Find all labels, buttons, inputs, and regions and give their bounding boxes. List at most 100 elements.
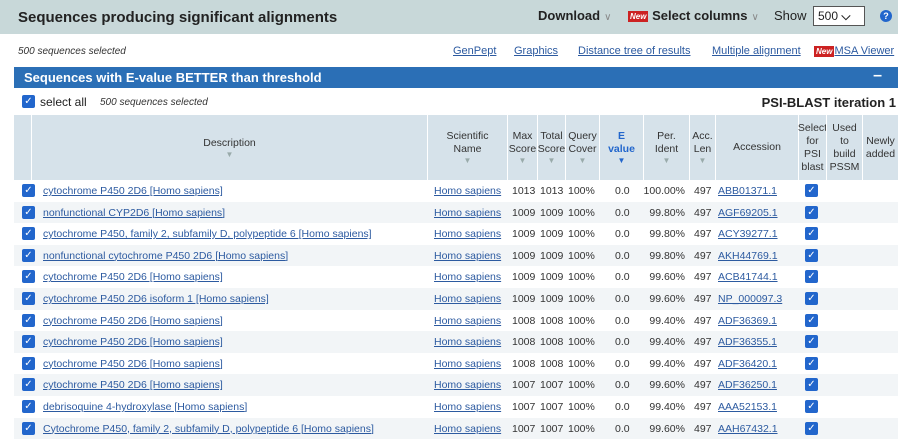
genpept-link[interactable]: GenPept bbox=[453, 45, 496, 57]
row-query-cover: 100% bbox=[568, 314, 595, 327]
row-accession-link[interactable]: AAA52153.1 bbox=[718, 401, 777, 413]
header-max-score[interactable]: Max Score ▼ bbox=[507, 115, 537, 180]
table-row: ✓ cytochrome P450 2D6 [Homo sapiens] Homo … bbox=[14, 310, 898, 332]
row-scientific-name-link[interactable]: Homo sapiens bbox=[434, 228, 501, 240]
collapse-button[interactable]: – bbox=[873, 67, 882, 85]
row-select-checkbox[interactable]: ✓ bbox=[22, 421, 35, 435]
msa-viewer-link[interactable]: New MSA Viewer bbox=[814, 45, 894, 57]
row-scientific-name-link[interactable]: Homo sapiens bbox=[434, 336, 501, 348]
row-description-link[interactable]: cytochrome P450 2D6 [Homo sapiens] bbox=[43, 336, 223, 348]
row-scientific-name-link[interactable]: Homo sapiens bbox=[434, 379, 501, 391]
help-icon[interactable]: ? bbox=[880, 10, 892, 22]
multiple-alignment-link[interactable]: Multiple alignment bbox=[712, 45, 801, 57]
row-acc-len: 497 bbox=[694, 206, 712, 219]
selected-count: 500 sequences selected bbox=[18, 46, 126, 57]
header-label: PSSM bbox=[829, 160, 860, 173]
row-scientific-name-link[interactable]: Homo sapiens bbox=[434, 293, 501, 305]
row-select-checkbox[interactable]: ✓ bbox=[22, 270, 35, 284]
row-select-checkbox[interactable]: ✓ bbox=[22, 291, 35, 305]
row-scientific-name-link[interactable]: Homo sapiens bbox=[434, 271, 501, 283]
row-scientific-name-link[interactable]: Homo sapiens bbox=[434, 423, 501, 435]
row-psi-blast-checkbox[interactable]: ✓ bbox=[805, 291, 818, 305]
row-description-link[interactable]: cytochrome P450 2D6 [Homo sapiens] bbox=[43, 315, 223, 327]
row-select-checkbox[interactable]: ✓ bbox=[22, 205, 35, 219]
header-label: Used bbox=[832, 121, 857, 134]
row-accession-link[interactable]: ADF36420.1 bbox=[718, 358, 777, 370]
header-e-value[interactable]: E value ▼ bbox=[599, 115, 643, 180]
row-accession-link[interactable]: NP_000097.3 bbox=[718, 293, 782, 305]
row-psi-blast-checkbox[interactable]: ✓ bbox=[805, 356, 818, 370]
row-description-link[interactable]: cytochrome P450 2D6 [Homo sapiens] bbox=[43, 271, 223, 283]
row-accession-link[interactable]: AGF69205.1 bbox=[718, 207, 778, 219]
row-accession-link[interactable]: ACB41744.1 bbox=[718, 271, 778, 283]
header-acc-len[interactable]: Acc. Len ▼ bbox=[689, 115, 715, 180]
table-header: Description ▼ Scientific Name ▼ Max Scor… bbox=[14, 115, 898, 180]
row-max-score: 1007 bbox=[512, 379, 536, 392]
row-select-checkbox[interactable]: ✓ bbox=[22, 184, 35, 197]
row-description-link[interactable]: nonfunctional cytochrome P450 2D6 [Homo … bbox=[43, 250, 288, 262]
row-psi-blast-checkbox[interactable]: ✓ bbox=[805, 335, 818, 349]
header-label: blast bbox=[801, 160, 824, 173]
row-scientific-name-link[interactable]: Homo sapiens bbox=[434, 358, 501, 370]
row-psi-blast-checkbox[interactable]: ✓ bbox=[805, 205, 818, 219]
row-query-cover: 100% bbox=[568, 357, 595, 370]
header-description[interactable]: Description ▼ bbox=[31, 115, 427, 180]
row-psi-blast-checkbox[interactable]: ✓ bbox=[805, 184, 818, 197]
download-menu[interactable]: Download ∨ bbox=[538, 8, 611, 23]
row-description-link[interactable]: cytochrome P450 2D6 isoform 1 [Homo sapi… bbox=[43, 293, 269, 305]
distance-tree-link[interactable]: Distance tree of results bbox=[578, 45, 691, 57]
header-total-score[interactable]: Total Score ▼ bbox=[537, 115, 565, 180]
chevron-down-icon: ∨ bbox=[604, 12, 612, 23]
header-accession[interactable]: Accession bbox=[715, 115, 798, 180]
row-psi-blast-checkbox[interactable]: ✓ bbox=[805, 270, 818, 284]
select-all-label[interactable]: select all bbox=[40, 95, 87, 109]
row-psi-blast-checkbox[interactable]: ✓ bbox=[805, 227, 818, 241]
show-count-value: 500 bbox=[818, 9, 839, 23]
row-description-link[interactable]: Cytochrome P450, family 2, subfamily D, … bbox=[43, 423, 374, 435]
row-select-checkbox[interactable]: ✓ bbox=[22, 399, 35, 413]
row-psi-blast-checkbox[interactable]: ✓ bbox=[805, 399, 818, 413]
row-psi-blast-checkbox[interactable]: ✓ bbox=[805, 421, 818, 435]
row-accession-link[interactable]: ADF36355.1 bbox=[718, 336, 777, 348]
select-all-checkbox[interactable]: ✓ bbox=[22, 95, 35, 108]
graphics-link[interactable]: Graphics bbox=[514, 45, 558, 57]
header-label: value bbox=[608, 143, 635, 155]
chevron-down-icon: ⌵ bbox=[841, 9, 851, 23]
results-table-body: ✓ cytochrome P450 2D6 [Homo sapiens] Homo … bbox=[14, 180, 898, 439]
row-select-checkbox[interactable]: ✓ bbox=[22, 313, 35, 327]
select-columns-menu[interactable]: New Select columns ∨ bbox=[628, 8, 759, 23]
row-description-link[interactable]: cytochrome P450 2D6 [Homo sapiens] bbox=[43, 379, 223, 391]
row-psi-blast-checkbox[interactable]: ✓ bbox=[805, 313, 818, 327]
row-percent-identity: 99.60% bbox=[649, 422, 685, 435]
row-description-link[interactable]: cytochrome P450 2D6 [Homo sapiens] bbox=[43, 358, 223, 370]
row-scientific-name-link[interactable]: Homo sapiens bbox=[434, 250, 501, 262]
row-accession-link[interactable]: ADF36369.1 bbox=[718, 315, 777, 327]
show-count-select[interactable]: 500 ⌵ bbox=[813, 6, 865, 26]
row-select-checkbox[interactable]: ✓ bbox=[22, 378, 35, 392]
row-accession-link[interactable]: AKH44769.1 bbox=[718, 250, 778, 262]
row-psi-blast-checkbox[interactable]: ✓ bbox=[805, 248, 818, 262]
header-scientific-name[interactable]: Scientific Name ▼ bbox=[427, 115, 507, 180]
row-description-link[interactable]: cytochrome P450 2D6 [Homo sapiens] bbox=[43, 185, 223, 197]
table-row: ✓ nonfunctional CYP2D6 [Homo sapiens] Homo… bbox=[14, 201, 898, 224]
row-scientific-name-link[interactable]: Homo sapiens bbox=[434, 207, 501, 219]
row-select-checkbox[interactable]: ✓ bbox=[22, 227, 35, 241]
row-accession-link[interactable]: AAH67432.1 bbox=[718, 423, 778, 435]
row-description-link[interactable]: cytochrome P450, family 2, subfamily D, … bbox=[43, 228, 372, 240]
row-scientific-name-link[interactable]: Homo sapiens bbox=[434, 185, 501, 197]
row-scientific-name-link[interactable]: Homo sapiens bbox=[434, 401, 501, 413]
row-description-link[interactable]: debrisoquine 4-hydroxylase [Homo sapiens… bbox=[43, 401, 247, 413]
header-query-cover[interactable]: Query Cover ▼ bbox=[565, 115, 599, 180]
row-accession-link[interactable]: ABB01371.1 bbox=[718, 185, 777, 197]
row-select-checkbox[interactable]: ✓ bbox=[22, 335, 35, 349]
row-scientific-name-link[interactable]: Homo sapiens bbox=[434, 315, 501, 327]
row-psi-blast-checkbox[interactable]: ✓ bbox=[805, 378, 818, 392]
row-select-checkbox[interactable]: ✓ bbox=[22, 356, 35, 370]
header-percent-identity[interactable]: Per. Ident ▼ bbox=[643, 115, 689, 180]
row-select-checkbox[interactable]: ✓ bbox=[22, 248, 35, 262]
header-label: Cover bbox=[568, 143, 597, 155]
row-accession-link[interactable]: ADF36250.1 bbox=[718, 379, 777, 391]
row-query-cover: 100% bbox=[568, 336, 595, 349]
row-accession-link[interactable]: ACY39277.1 bbox=[718, 228, 778, 240]
row-description-link[interactable]: nonfunctional CYP2D6 [Homo sapiens] bbox=[43, 207, 225, 219]
